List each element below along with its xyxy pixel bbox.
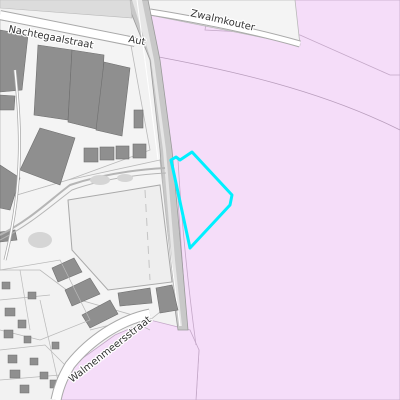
building bbox=[133, 109, 144, 129]
vegetation bbox=[90, 175, 110, 185]
vegetation bbox=[28, 232, 52, 248]
building bbox=[99, 146, 115, 161]
building bbox=[33, 44, 73, 121]
building bbox=[83, 147, 99, 163]
building bbox=[115, 145, 130, 160]
building bbox=[0, 94, 16, 111]
vegetation bbox=[117, 174, 133, 182]
map-view[interactable]: Nachtegaalstraat Aut Zwalmkouter Walmenm… bbox=[0, 0, 400, 400]
building bbox=[132, 143, 147, 159]
